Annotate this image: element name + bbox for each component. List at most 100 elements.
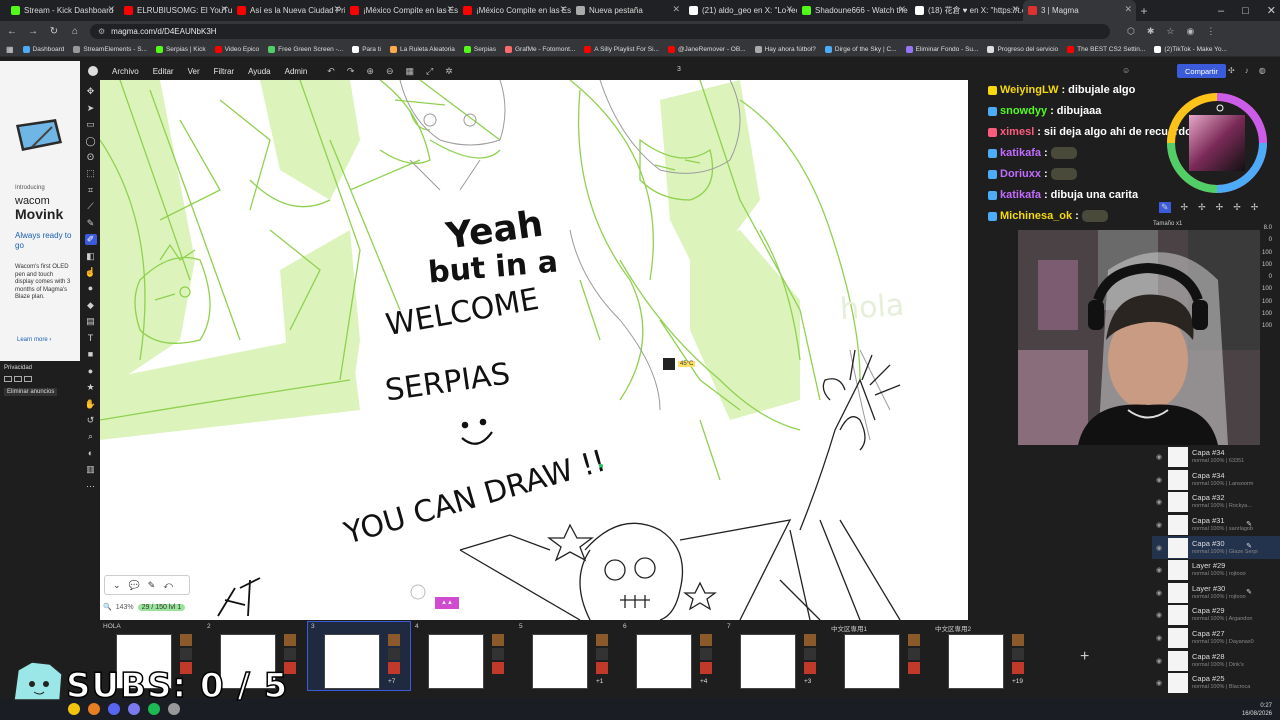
new-tab-button[interactable]: + [1136, 0, 1152, 21]
drawing-card[interactable]: 中文区専用2 +19 [932, 622, 1034, 690]
site-info-icon[interactable]: ⚙ [98, 27, 105, 36]
rotate-icon[interactable]: ↺ [85, 415, 97, 426]
layer-row[interactable]: ◉ Layer #30 normal 100% | rojtooo ✎ [1152, 582, 1280, 605]
drawing-card[interactable]: 6 +4 [620, 622, 722, 690]
bookmark-item[interactable]: La Ruleta Aleatoria [389, 45, 455, 53]
bookmark-star-icon[interactable]: ☆ [1166, 26, 1174, 37]
browser-tab[interactable]: Nueva pestaña ✕ [571, 0, 684, 21]
layer-row[interactable]: ◉ Layer #29 normal 100% | rojtooo [1152, 559, 1280, 582]
chat-toggle-icon[interactable]: ⌄ [113, 580, 121, 591]
extensions-puzzle-icon[interactable]: ✱ [1147, 26, 1155, 37]
layer-row[interactable]: ◉ Capa #30 normal 100% | Glaze Serpi ✎ [1152, 536, 1280, 559]
chat-username[interactable]: katikafa [1000, 189, 1041, 201]
browser-tab[interactable]: ¡México Compite en las Escon✕ [458, 0, 571, 21]
gradient-icon[interactable]: ▤ [85, 316, 97, 327]
profile-icon[interactable]: ◉ [1186, 26, 1194, 37]
bookmark-item[interactable]: (2)TikTok - Make Yo... [1154, 45, 1227, 53]
menu-dots-icon[interactable]: ⋮ [1206, 26, 1215, 37]
fill-icon[interactable]: ◆ [85, 300, 97, 311]
brush-preset-2[interactable]: ✢ [1181, 202, 1189, 213]
mirror-icon[interactable]: ◐ [85, 448, 97, 459]
text-icon[interactable]: T [85, 333, 97, 344]
select-rect-icon[interactable]: ▭ [85, 119, 97, 130]
browser-tab[interactable]: (21) aldo_geo en X: "Lo recon✕ [684, 0, 797, 21]
layer-row[interactable]: ◉ Capa #31 normal 100% | sanrlagob ✎ [1152, 514, 1280, 537]
bookmark-item[interactable]: Free Green Screen -... [268, 45, 343, 53]
bookmark-item[interactable]: The BEST CS2 Settin... [1067, 45, 1145, 53]
more-icon[interactable]: ⋯ [85, 481, 97, 492]
ad-learn-more[interactable]: Learn more › [17, 337, 51, 343]
close-tab-icon[interactable]: ✕ [785, 4, 793, 15]
bookmark-item[interactable]: A Silly Playlist For Si... [584, 45, 659, 53]
bookmark-item[interactable]: GrafMe - Fotomont... [504, 45, 575, 53]
layer-visibility-icon[interactable]: ◉ [1156, 611, 1166, 619]
brush-preset-4[interactable]: ✢ [1216, 202, 1224, 213]
close-tab-icon[interactable]: ✕ [1124, 4, 1132, 15]
chat-username[interactable]: katikafa [1000, 147, 1041, 159]
browser-tab[interactable]: (18) 花倉 ♥ en X: "https://t.co ✕ [910, 0, 1023, 21]
browser-tab[interactable]: Así es la Nueva Ciudad Privad✕ [232, 0, 345, 21]
drawing-card[interactable]: 3 +7 [307, 621, 411, 691]
avatar-icon[interactable]: ◍ [1259, 66, 1266, 75]
users-icon[interactable]: ☺ [1122, 66, 1130, 75]
browser-tab[interactable]: 3 | Magma ✕ [1023, 0, 1136, 21]
bookmark-item[interactable]: Dashboard [22, 45, 64, 53]
chat-username[interactable]: Michinesa_ok [1000, 210, 1072, 222]
notification-icon[interactable]: ♪ [1245, 66, 1249, 75]
layer-edit-icon[interactable]: ✎ [1246, 542, 1252, 550]
privacy-label[interactable]: Privacidad [4, 365, 32, 371]
brush-preset-3[interactable]: ✢ [1198, 202, 1206, 213]
close-tab-icon[interactable]: ✕ [333, 4, 341, 15]
extension-icon[interactable]: ⬡ [1127, 26, 1135, 37]
eyedropper-icon[interactable]: ⟋ [85, 201, 97, 212]
layer-visibility-icon[interactable]: ◉ [1156, 544, 1166, 552]
chat-username[interactable]: WeiyingLW [1000, 84, 1058, 96]
brush-preset-5[interactable]: ✢ [1233, 202, 1241, 213]
transform-icon[interactable]: ⬚ [85, 168, 97, 179]
layer-row[interactable]: ◉Capa #23normal 100% | ... [1152, 695, 1280, 696]
layer-visibility-icon[interactable]: ◉ [1156, 634, 1166, 642]
brush-preset-1[interactable]: ✎ [1159, 201, 1171, 213]
layer-visibility-icon[interactable]: ◉ [1156, 657, 1166, 665]
layer-visibility-icon[interactable]: ◉ [1156, 521, 1166, 529]
close-window-icon[interactable]: ✕ [1267, 4, 1276, 17]
url-input[interactable]: ⚙ magma.com/d/D4EAUNbK3H [90, 24, 1110, 39]
home-icon[interactable]: ⌂ [69, 26, 81, 37]
layer-visibility-icon[interactable]: ◉ [1156, 498, 1166, 506]
move-icon[interactable]: ✥ [85, 86, 97, 97]
close-tab-icon[interactable]: ✕ [559, 4, 567, 15]
layer-row[interactable]: ◉ Capa #28 normal 100% | Dink's [1152, 649, 1280, 672]
pencil-icon[interactable]: ✎ [85, 218, 97, 229]
bookmark-item[interactable]: Progreso del servicio [987, 45, 1058, 53]
bookmark-item[interactable]: Serpias [463, 45, 496, 53]
color-wheel[interactable] [1162, 88, 1272, 198]
close-tab-icon[interactable]: ✕ [446, 4, 454, 15]
brush-icon[interactable]: ✐ [84, 233, 97, 246]
layer-visibility-icon[interactable]: ◉ [1156, 566, 1166, 574]
smudge-icon[interactable]: ☝ [85, 267, 97, 278]
bookmark-item[interactable]: Serpias | Kick [155, 45, 206, 53]
chat-bubble-icon[interactable]: 💬 [129, 580, 140, 591]
drawing-card[interactable]: 5 +1 [516, 622, 618, 690]
layer-edit-icon[interactable]: ✎ [1246, 588, 1252, 596]
layer-visibility-icon[interactable]: ◉ [1156, 476, 1166, 484]
pointer-icon[interactable]: ➤ [85, 102, 97, 113]
privacy-icon-3[interactable] [24, 376, 32, 382]
bookmark-item[interactable]: StreamElements - S... [73, 45, 147, 53]
ad-panel[interactable]: Introducing wacom Movink Always ready to… [0, 61, 80, 361]
maximize-icon[interactable]: □ [1242, 5, 1249, 17]
bookmark-item[interactable]: @JaneRemover - OB... [667, 45, 746, 53]
apps-icon[interactable]: ▦ [6, 45, 14, 54]
drawing-card[interactable]: 4 [412, 622, 514, 690]
shape-icon[interactable]: ■ [85, 349, 97, 360]
chat-username[interactable]: Doriuxx [1000, 168, 1041, 180]
blur-icon[interactable]: ● [85, 283, 97, 294]
minimize-icon[interactable]: – [1218, 5, 1224, 17]
layer-row[interactable]: ◉ Capa #32 normal 100% | Rockya... [1152, 491, 1280, 514]
remove-ads-button[interactable]: Eliminar anuncios [4, 388, 58, 396]
layer-row[interactable]: ◉ Capa #27 normal 100% | Dayanax0 [1152, 627, 1280, 650]
share-button[interactable]: Compartir [1177, 64, 1226, 78]
kick-icon[interactable]: ✣ [1228, 66, 1235, 75]
layer-visibility-icon[interactable]: ◉ [1156, 453, 1166, 461]
privacy-icon-1[interactable] [4, 376, 12, 382]
